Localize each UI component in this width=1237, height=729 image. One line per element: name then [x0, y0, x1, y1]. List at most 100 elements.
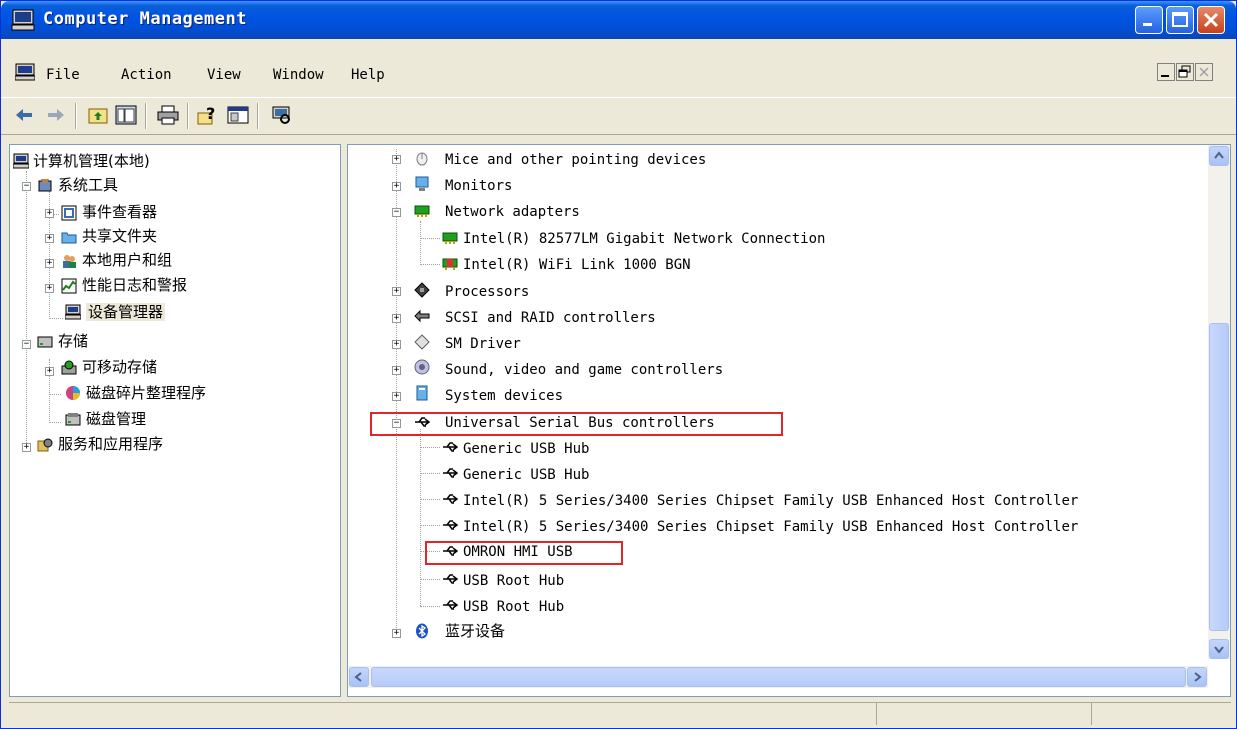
tree-item-device-manager[interactable]: 设备管理器 — [86, 303, 166, 321]
show-hide-tree-icon[interactable] — [115, 105, 137, 125]
expand-toggle[interactable]: + — [392, 366, 401, 375]
tree-item-disk-management[interactable]: 磁盘管理 — [86, 410, 146, 428]
network-adapter-icon — [442, 258, 458, 270]
device-intel-82577lm[interactable]: Intel(R) 82577LM Gigabit Network Connect… — [463, 230, 825, 248]
scroll-up-button[interactable] — [1209, 146, 1229, 166]
tree-item-removable-storage[interactable]: 可移动存储 — [82, 358, 157, 376]
close-button[interactable] — [1197, 6, 1225, 34]
status-divider — [876, 703, 877, 725]
horizontal-scroll-thumb[interactable] — [371, 667, 1186, 687]
expand-toggle[interactable]: + — [392, 629, 401, 638]
device-usb-root-hub[interactable]: USB Root Hub — [463, 598, 564, 616]
device-intel-usb-host-controller[interactable]: Intel(R) 5 Series/3400 Series Chipset Fa… — [463, 518, 1078, 536]
device-category-sound-video-game[interactable]: Sound, video and game controllers — [445, 361, 723, 379]
device-intel-usb-host-controller[interactable]: Intel(R) 5 Series/3400 Series Chipset Fa… — [463, 492, 1078, 510]
tree-line — [420, 525, 440, 526]
device-category-network-adapters[interactable]: Network adapters — [445, 203, 580, 221]
system-devices-icon — [416, 385, 428, 401]
scan-hardware-icon[interactable] — [271, 105, 293, 125]
maximize-icon — [1172, 12, 1188, 27]
minimize-icon — [1161, 75, 1169, 77]
device-category-bluetooth[interactable]: 蓝牙设备 — [445, 622, 505, 640]
bluetooth-icon — [416, 623, 428, 639]
menu-view[interactable]: View — [207, 67, 241, 83]
sound-icon — [414, 359, 430, 375]
title-bar[interactable]: Computer Management — [1, 1, 1236, 39]
shared-folder-icon — [61, 232, 77, 244]
device-category-processors[interactable]: Processors — [445, 283, 529, 301]
child-close-button[interactable] — [1195, 63, 1213, 81]
tree-item-storage[interactable]: 存储 — [58, 332, 88, 350]
scroll-right-button[interactable] — [1187, 667, 1207, 687]
device-category-scsi-raid[interactable]: SCSI and RAID controllers — [445, 309, 656, 327]
minimize-button[interactable] — [1135, 6, 1163, 34]
processor-icon — [414, 282, 430, 298]
expand-toggle[interactable]: + — [392, 392, 401, 401]
expand-toggle[interactable]: + — [392, 182, 401, 191]
back-arrow-icon[interactable] — [13, 105, 35, 125]
collapse-toggle[interactable]: − — [22, 340, 31, 349]
device-category-system-devices[interactable]: System devices — [445, 387, 563, 405]
collapse-toggle[interactable]: − — [392, 208, 401, 217]
expand-toggle[interactable]: + — [392, 314, 401, 323]
window-title: Computer Management — [43, 9, 247, 29]
expand-toggle[interactable]: + — [392, 340, 401, 349]
expand-toggle[interactable]: + — [392, 287, 401, 296]
scroll-down-button[interactable] — [1209, 639, 1229, 659]
toolbar-separator — [145, 103, 147, 129]
expand-toggle[interactable]: + — [45, 259, 54, 268]
device-manager-icon — [65, 304, 81, 320]
device-category-sm-driver[interactable]: SM Driver — [445, 335, 521, 353]
mmc-menu-icon[interactable] — [15, 63, 35, 81]
event-viewer-icon — [61, 205, 77, 221]
maximize-button[interactable] — [1166, 6, 1194, 34]
tree-item-event-viewer[interactable]: 事件查看器 — [82, 203, 157, 221]
expand-toggle[interactable]: + — [392, 155, 401, 164]
expand-toggle[interactable]: + — [45, 367, 54, 376]
device-generic-usb-hub[interactable]: Generic USB Hub — [463, 440, 589, 458]
scroll-left-button[interactable] — [349, 667, 369, 687]
device-intel-wifi-link[interactable]: Intel(R) WiFi Link 1000 BGN — [463, 256, 691, 274]
expand-toggle[interactable]: + — [45, 284, 54, 293]
sm-driver-icon — [414, 334, 430, 350]
tree-item-performance-logs[interactable]: 性能日志和警报 — [82, 276, 187, 294]
tree-line — [49, 318, 63, 319]
highlight-omron-hmi-usb — [425, 541, 623, 565]
device-usb-root-hub[interactable]: USB Root Hub — [463, 572, 564, 590]
tree-item-local-users-groups[interactable]: 本地用户和组 — [82, 251, 172, 269]
minimize-icon — [1143, 23, 1152, 26]
device-category-monitors[interactable]: Monitors — [445, 177, 512, 195]
expand-toggle[interactable]: + — [45, 209, 54, 218]
tree-item-services-applications[interactable]: 服务和应用程序 — [58, 435, 163, 453]
properties-icon[interactable] — [227, 105, 249, 125]
menu-file[interactable]: File — [46, 67, 80, 83]
up-folder-icon[interactable] — [87, 105, 109, 125]
help-icon[interactable]: ? — [197, 105, 219, 125]
menu-help[interactable]: Help — [351, 67, 385, 83]
menu-action[interactable]: Action — [121, 67, 172, 83]
storage-icon — [37, 336, 53, 348]
system-tools-icon — [38, 179, 52, 192]
forward-arrow-icon[interactable] — [45, 105, 67, 125]
usb-icon — [443, 468, 458, 478]
menu-window[interactable]: Window — [273, 67, 324, 83]
tree-item-computer-management[interactable]: 计算机管理(本地) — [33, 152, 150, 170]
disk-management-icon — [65, 413, 81, 426]
usb-icon — [443, 574, 458, 584]
network-adapter-icon — [414, 205, 430, 217]
vertical-scroll-thumb[interactable] — [1209, 323, 1229, 631]
tree-item-disk-defragmenter[interactable]: 磁盘碎片整理程序 — [86, 384, 206, 402]
chevron-left-icon — [354, 672, 362, 682]
toolbar-separator — [75, 103, 77, 129]
device-category-mice[interactable]: Mice and other pointing devices — [445, 151, 706, 169]
tree-item-system-tools[interactable]: 系统工具 — [58, 176, 118, 194]
tree-item-shared-folders[interactable]: 共享文件夹 — [82, 227, 157, 245]
expand-toggle[interactable]: + — [22, 443, 31, 452]
collapse-toggle[interactable]: − — [22, 182, 31, 191]
print-icon[interactable] — [157, 105, 179, 125]
child-minimize-button[interactable] — [1157, 63, 1175, 81]
device-generic-usb-hub[interactable]: Generic USB Hub — [463, 466, 589, 484]
console-tree-pane[interactable] — [9, 144, 341, 697]
child-restore-button[interactable] — [1176, 63, 1194, 81]
expand-toggle[interactable]: + — [45, 234, 54, 243]
